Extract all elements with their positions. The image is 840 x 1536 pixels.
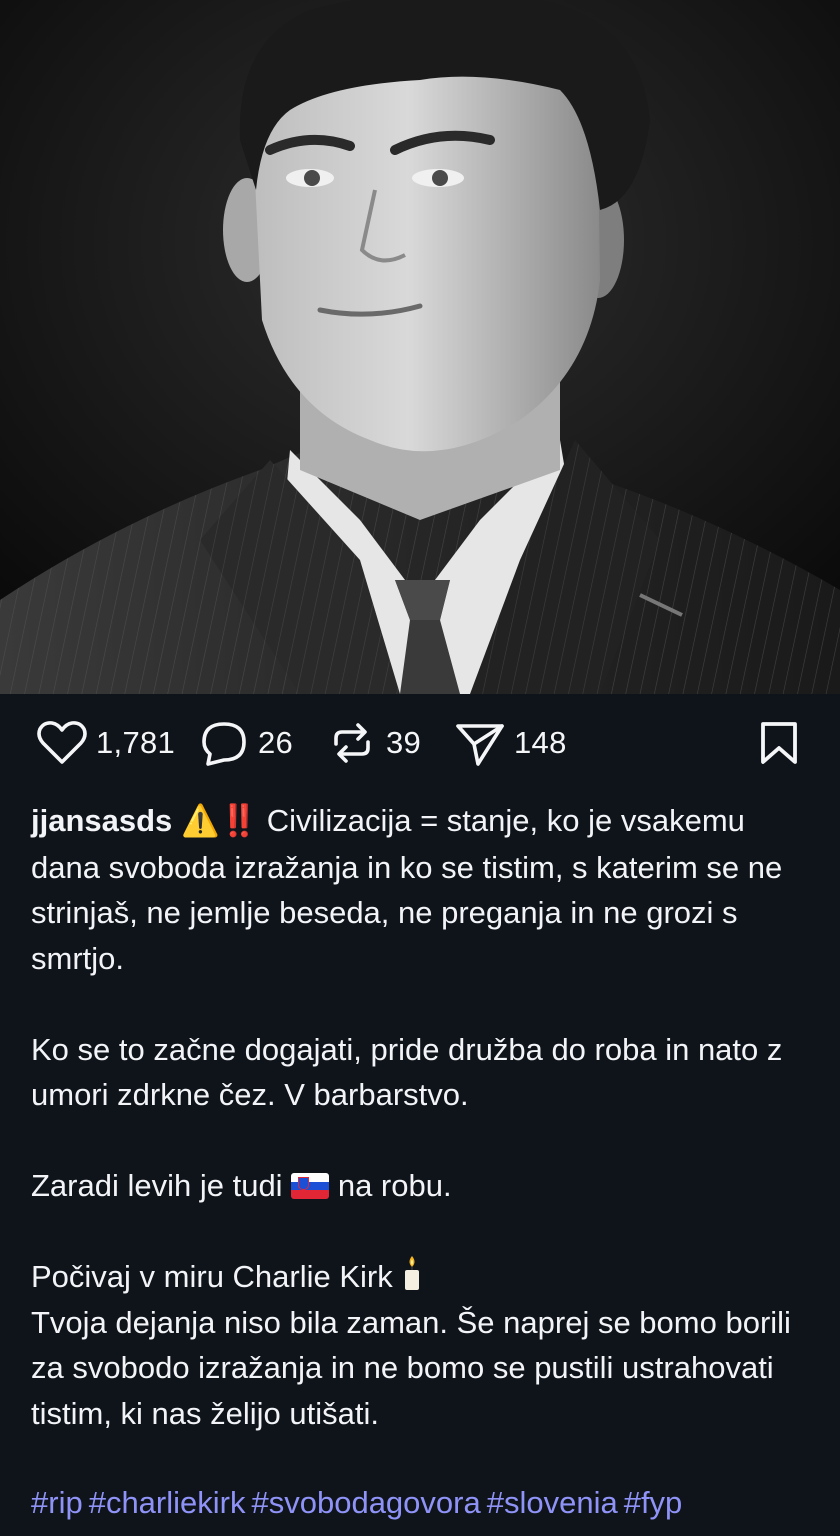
hashtag-list: #rip #charliekirk #svobodagovora #slovenia #… <box>31 1480 688 1525</box>
bookmark-icon <box>761 722 797 764</box>
repost-button[interactable]: 39 <box>326 720 421 766</box>
author-username[interactable]: jjansasds <box>31 803 172 838</box>
caption-text-3b: na robu. <box>337 1168 452 1203</box>
like-count: 1,781 <box>96 725 176 760</box>
comment-bubble-icon <box>202 722 246 766</box>
caption-paragraph-2: Ko se to začne dogajati, pride družba do… <box>31 1027 821 1118</box>
caption-paragraph-3: Zaradi levih je tudi na robu. <box>31 1163 821 1209</box>
action-bar: 1,781 26 39 148 <box>0 694 840 798</box>
post-image[interactable] <box>0 0 840 694</box>
repost-icon <box>334 723 370 763</box>
save-button[interactable] <box>758 720 800 766</box>
hashtag-link[interactable]: #slovenia <box>487 1485 618 1520</box>
hashtag-link[interactable]: #svobodagovora <box>251 1485 480 1520</box>
send-icon <box>456 724 504 766</box>
caption-paragraph-4: Počivaj v miru Charlie Kirk Tvoja dejanj… <box>31 1254 821 1436</box>
hashtag-link[interactable]: #fyp <box>624 1485 683 1520</box>
candle-icon <box>405 1256 420 1290</box>
repost-count: 39 <box>386 725 422 760</box>
post-caption: jjansasds ⚠️‼️ Civilizacija = stanje, ko… <box>31 798 821 1436</box>
warning-emoji: ⚠️ <box>180 803 220 839</box>
caption-text-4a: Počivaj v miru Charlie Kirk <box>31 1259 393 1294</box>
caption-paragraph-1: jjansasds ⚠️‼️ Civilizacija = stanje, ko… <box>31 798 821 981</box>
hashtag-link[interactable]: #charliekirk <box>89 1485 246 1520</box>
share-button[interactable]: 148 <box>454 720 567 766</box>
caption-text-4b: Tvoja dejanja niso bila zaman. Še naprej… <box>31 1304 791 1431</box>
slovenia-flag-icon <box>291 1173 330 1199</box>
caption-text-2: Ko se to začne dogajati, pride družba do… <box>31 1031 783 1113</box>
caption-text-3a: Zaradi levih je tudi <box>31 1168 283 1203</box>
like-button[interactable]: 1,781 <box>36 720 175 766</box>
heart-icon <box>37 721 87 764</box>
share-count: 148 <box>514 725 567 760</box>
comment-button[interactable]: 26 <box>198 720 293 766</box>
portrait-photo <box>0 0 840 694</box>
hashtag-link[interactable]: #rip <box>31 1485 83 1520</box>
comment-count: 26 <box>258 725 294 760</box>
double-exclamation-emoji: ‼️ <box>219 803 259 839</box>
